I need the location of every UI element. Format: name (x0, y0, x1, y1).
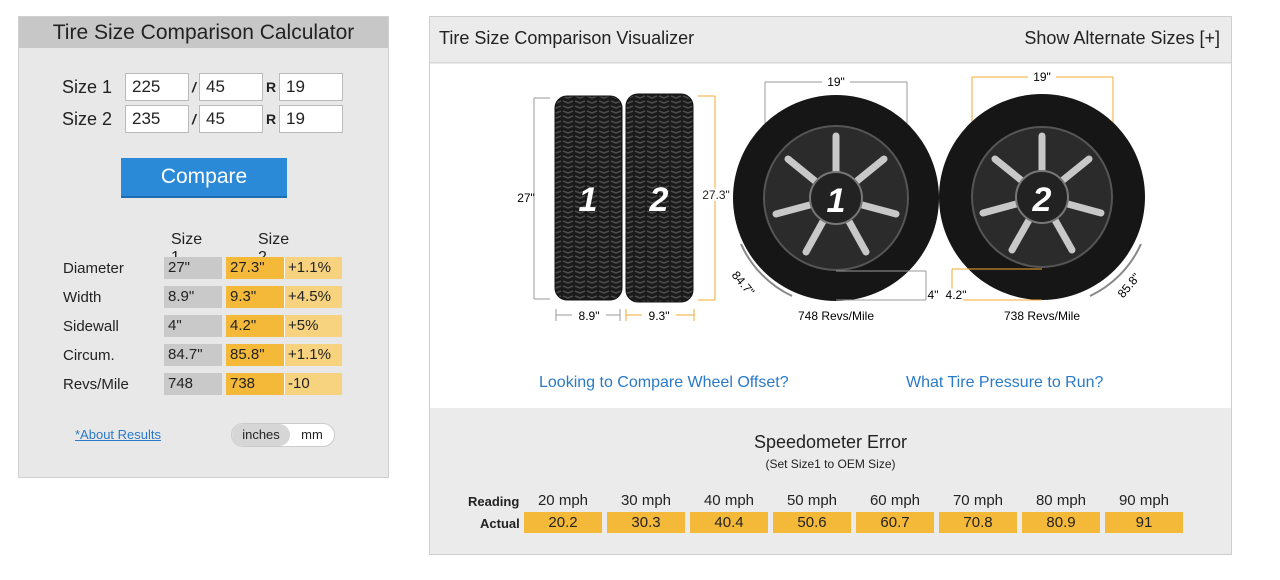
result-difference: +1.1% (285, 344, 342, 366)
visualizer-title: Tire Size Comparison Visualizer (439, 28, 695, 48)
result-difference: +1.1% (285, 257, 342, 279)
result-size1-value: 8.9" (164, 286, 222, 308)
wheel1-rim-label: 19" (827, 75, 845, 89)
speed-actual: 50.6 (773, 512, 851, 533)
result-row-revs-per-mile: Revs/Mile 748 738 -10 (63, 373, 342, 395)
speed-actual: 80.9 (1022, 512, 1100, 533)
calculator-title: Tire Size Comparison Calculator (19, 17, 388, 48)
result-size1-value: 84.7" (164, 344, 222, 366)
result-label: Circum. (63, 346, 115, 364)
speed-actual: 70.8 (939, 512, 1017, 533)
size1-label: Size 1 (62, 76, 113, 97)
result-size2-value: 27.3" (226, 257, 285, 279)
speedometer-subtitle: (Set Size1 to OEM Size) (765, 457, 896, 471)
size2-aspect-input[interactable] (199, 105, 263, 133)
speed-reading: 60 mph (869, 492, 921, 509)
tread1-width-label: 8.9" (579, 309, 600, 323)
calculator-panel: Tire Size Comparison Calculator Size 1 /… (18, 16, 389, 478)
tread-view-size1: 27" 1 8.9" (517, 95, 623, 323)
unit-toggle[interactable]: inches mm (231, 423, 335, 447)
result-size2-value: 9.3" (226, 286, 285, 308)
result-label: Sidewall (63, 317, 119, 335)
tire-diagram: 27" 1 8.9" 27.3" 2 9.3" 19" 1 4" 84.7" 7… (517, 70, 1145, 323)
size2-rim-input[interactable] (279, 105, 343, 133)
wheel2-revs-label: 738 Revs/Mile (1004, 309, 1080, 323)
visualizer-panel: Tire Size Comparison Visualizer Show Alt… (429, 16, 1232, 555)
compare-wheel-offset-link[interactable]: Looking to Compare Wheel Offset? (539, 374, 789, 392)
wheel1-revs-label: 748 Revs/Mile (798, 309, 874, 323)
speedometer-title: Speedometer Error (753, 432, 908, 452)
result-row-circumference: Circum. 84.7" 85.8" +1.1% (63, 344, 342, 366)
about-results-link[interactable]: *About Results (75, 427, 161, 442)
tread1-height-label: 27" (517, 191, 535, 205)
tread-view-size2: 27.3" 2 9.3" (625, 93, 732, 323)
result-label: Revs/Mile (63, 375, 129, 393)
speed-actual: 20.2 (524, 512, 602, 533)
wheel-view-size1: 19" 1 4" 84.7" 748 Revs/Mile (729, 75, 939, 323)
tread2-height-label: 27.3" (702, 188, 730, 202)
size1-width-input[interactable] (125, 73, 189, 101)
wheel2-sidewall-label: 4.2" (946, 288, 967, 302)
result-size2-value: 85.8" (226, 344, 285, 366)
result-row-width: Width 8.9" 9.3" +4.5% (63, 286, 342, 308)
speed-reading: 50 mph (786, 492, 838, 509)
slash-separator: / (192, 111, 196, 127)
result-size2-value: 4.2" (226, 315, 285, 337)
slash-separator: / (192, 79, 196, 95)
result-difference: +5% (285, 315, 342, 337)
size1-aspect-input[interactable] (199, 73, 263, 101)
result-row-diameter: Diameter 27" 27.3" +1.1% (63, 257, 342, 279)
speed-reading: 70 mph (952, 492, 1004, 509)
speed-actual: 40.4 (690, 512, 768, 533)
size1-row: Size 1 / R (62, 73, 343, 101)
speed-actual: 30.3 (607, 512, 685, 533)
speed-actual: 91 (1105, 512, 1183, 533)
result-size2-value: 738 (226, 373, 285, 395)
wheel2-rim-label: 19" (1033, 70, 1051, 84)
tread2-number: 2 (649, 181, 669, 219)
visualizer-canvas: 27" 1 8.9" 27.3" 2 9.3" 19" 1 4" 84.7" 7… (430, 64, 1231, 408)
size2-label: Size 2 (62, 108, 113, 129)
rim-separator: R (265, 111, 277, 127)
wheel1-sidewall-label: 4" (928, 288, 939, 302)
reading-row-label: Reading (468, 494, 520, 509)
speed-reading: 40 mph (703, 492, 755, 509)
size2-row: Size 2 / R (62, 105, 343, 133)
result-size1-value: 4" (164, 315, 222, 337)
show-alternate-sizes-toggle[interactable]: Show Alternate Sizes [+] (1024, 28, 1220, 49)
result-size1-value: 27" (164, 257, 222, 279)
actual-row-label: Actual (480, 516, 520, 531)
tire-pressure-link[interactable]: What Tire Pressure to Run? (906, 374, 1103, 392)
speed-reading: 30 mph (620, 492, 672, 509)
speed-reading: 80 mph (1035, 492, 1087, 509)
unit-inches-option[interactable]: inches (232, 424, 290, 446)
result-label: Width (63, 288, 102, 306)
result-label: Diameter (63, 259, 124, 277)
speed-reading: 90 mph (1118, 492, 1170, 509)
speedometer-error-section: Speedometer Error (Set Size1 to OEM Size… (430, 408, 1231, 554)
speed-reading: 20 mph (537, 492, 589, 509)
result-size1-value: 748 (164, 373, 222, 395)
unit-mm-option[interactable]: mm (290, 424, 334, 446)
wheel1-number: 1 (827, 182, 846, 220)
compare-button[interactable]: Compare (121, 158, 287, 198)
visualizer-header: Tire Size Comparison Visualizer Show Alt… (430, 17, 1231, 63)
result-row-sidewall: Sidewall 4" 4.2" +5% (63, 315, 342, 337)
result-difference: -10 (285, 373, 342, 395)
result-difference: +4.5% (285, 286, 342, 308)
size2-width-input[interactable] (125, 105, 189, 133)
tread2-width-label: 9.3" (649, 309, 670, 323)
wheel1-circumference-label: 84.7" (729, 268, 757, 298)
tread1-number: 1 (579, 181, 598, 219)
wheel-view-size2: 19" 2 4.2" 85.8" 738 Revs/Mile (939, 70, 1145, 323)
wheel2-number: 2 (1032, 181, 1052, 219)
speed-actual: 60.7 (856, 512, 934, 533)
size1-rim-input[interactable] (279, 73, 343, 101)
rim-separator: R (265, 79, 277, 95)
